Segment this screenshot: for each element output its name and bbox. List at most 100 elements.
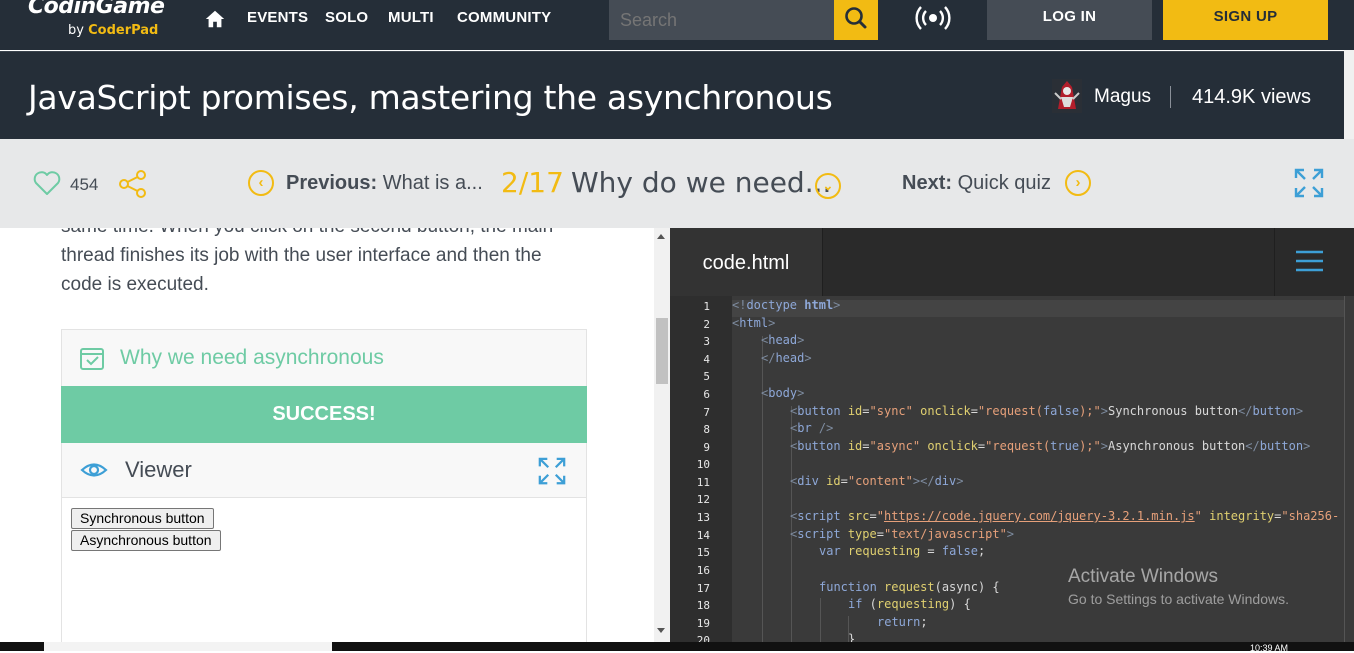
home-icon[interactable] (204, 8, 226, 30)
likes-count: 454 (70, 175, 99, 194)
line-number: 11 (696, 476, 710, 489)
line-number: 16 (696, 564, 710, 577)
lesson-counter: 2/17 (501, 166, 564, 199)
views-count: 414.9K views (1192, 86, 1311, 108)
exercise-title: Why we need asynchronous (120, 346, 384, 369)
page-header: JavaScript promises, mastering the async… (0, 51, 1344, 139)
lesson-paragraph: same time. When you click on the second … (61, 228, 553, 295)
search-input[interactable] (609, 0, 834, 40)
signup-button[interactable]: SIGN UP (1163, 0, 1328, 40)
code-line: <!doctype html> (732, 298, 841, 312)
line-number: 2 (703, 318, 710, 331)
nav-community[interactable]: COMMUNITY (457, 9, 551, 26)
synchronous-button[interactable]: Synchronous button (71, 508, 214, 529)
success-banner: SUCCESS! (61, 386, 587, 443)
line-number: 1 (703, 300, 710, 313)
line-number: 10 (696, 458, 710, 471)
previous-lesson-link[interactable]: Previous: What is a... (286, 172, 483, 195)
code-line: <script type="text/javascript"> (790, 527, 1015, 541)
broadcast-icon[interactable] (915, 5, 951, 33)
expand-icon[interactable] (537, 456, 567, 486)
line-number: 12 (696, 493, 710, 506)
line-number: 8 (703, 423, 710, 436)
exercise-card-header: Why we need asynchronous (62, 330, 586, 386)
line-number: 20 (696, 634, 710, 642)
tabbar-divider (1274, 228, 1275, 296)
avatar[interactable] (1052, 79, 1082, 113)
code-line: <button id="sync" onclick="request(false… (790, 404, 1304, 418)
author-name[interactable]: Magus (1094, 86, 1151, 108)
login-button[interactable]: LOG IN (987, 0, 1152, 40)
line-number: 19 (696, 617, 710, 630)
logo-by: by (68, 23, 84, 38)
search-button[interactable] (834, 0, 878, 40)
code-line: function request(async) { (819, 580, 1000, 594)
viewer-frame[interactable]: Synchronous button Asynchronous button (62, 498, 586, 642)
code-line: if (requesting) { (848, 597, 971, 611)
header-divider (1170, 86, 1171, 108)
page-title: JavaScript promises, mastering the async… (28, 78, 833, 117)
expand-icon[interactable] (1293, 167, 1325, 199)
share-icon[interactable] (118, 169, 148, 199)
taskbar-search[interactable] (44, 642, 332, 651)
heart-icon[interactable] (33, 170, 61, 196)
tab-code-html[interactable]: code.html (670, 228, 823, 296)
previous-label: Previous: (286, 172, 378, 194)
activate-windows-title: Activate Windows (1068, 566, 1218, 587)
code-line: var requesting = false; (819, 544, 986, 558)
nav-solo[interactable]: SOLO (325, 9, 368, 26)
scroll-down-arrow[interactable] (657, 628, 665, 633)
indent-guide (762, 336, 763, 642)
editor-tabbar: code.html (670, 228, 1354, 296)
next-label: Next: (902, 172, 953, 194)
code-line: <div id="content"></div> (790, 474, 964, 488)
current-lesson-title[interactable]: Why do we need... (571, 166, 831, 199)
content-scrollbar[interactable] (654, 228, 670, 642)
eye-icon (80, 463, 108, 477)
asynchronous-button[interactable]: Asynchronous button (71, 530, 221, 551)
lesson-content-pane[interactable]: same time. When you click on the second … (0, 228, 654, 642)
search-icon (845, 7, 867, 29)
code-line: <body> (761, 386, 805, 400)
logo-subtitle: by CoderPad (68, 23, 158, 38)
code-line: <button id="async" onclick="request(true… (790, 439, 1311, 453)
code-line: <head> (761, 333, 805, 347)
exercise-card: Why we need asynchronous SUCCESS! Viewer… (61, 329, 587, 642)
line-number: 17 (696, 582, 710, 595)
editor-scrollbar[interactable] (1344, 296, 1354, 642)
scroll-up-arrow[interactable] (657, 234, 665, 239)
top-navbar: CodinGame by CoderPad EVENTS SOLO MULTI … (0, 0, 1354, 50)
nav-events[interactable]: EVENTS (247, 9, 308, 26)
line-number: 4 (703, 353, 710, 366)
chevron-right-icon[interactable]: › (1065, 170, 1091, 196)
line-number: 7 (703, 406, 710, 419)
code-line: <script src="https://code.jquery.com/jqu… (790, 509, 1340, 523)
code-line: } (848, 632, 856, 642)
nav-multi[interactable]: MULTI (388, 9, 434, 26)
line-number: 15 (696, 546, 710, 559)
chevron-left-icon[interactable]: ‹ (248, 170, 274, 196)
page-scrollbar-track[interactable] (1344, 50, 1354, 139)
line-number: 3 (703, 335, 710, 348)
taskbar-clock: 10:39 AM (1250, 643, 1289, 653)
line-number: 13 (696, 511, 710, 524)
line-number: 9 (703, 441, 710, 454)
code-line: return; (877, 615, 928, 629)
line-number: 6 (703, 388, 710, 401)
previous-title: What is a... (382, 172, 483, 194)
code-line: </head> (761, 351, 812, 365)
hamburger-icon[interactable] (1296, 250, 1323, 272)
checklist-icon (80, 348, 104, 370)
next-lesson-link[interactable]: Next: Quick quiz (902, 172, 1051, 195)
logo[interactable]: CodinGame (28, 0, 165, 19)
chevron-down-icon[interactable]: ⌄ (815, 173, 841, 199)
code-line: <br /> (790, 421, 834, 435)
scrollbar-thumb[interactable] (656, 318, 668, 384)
code-editor[interactable]: code.html <!doctype html> <html> <head> … (670, 228, 1354, 642)
indent-guide (820, 598, 821, 642)
viewer-label: Viewer (125, 457, 192, 482)
next-title: Quick quiz (957, 172, 1051, 194)
code-line: <html> (732, 316, 776, 330)
line-number: 18 (696, 599, 710, 612)
line-number: 14 (696, 529, 710, 542)
